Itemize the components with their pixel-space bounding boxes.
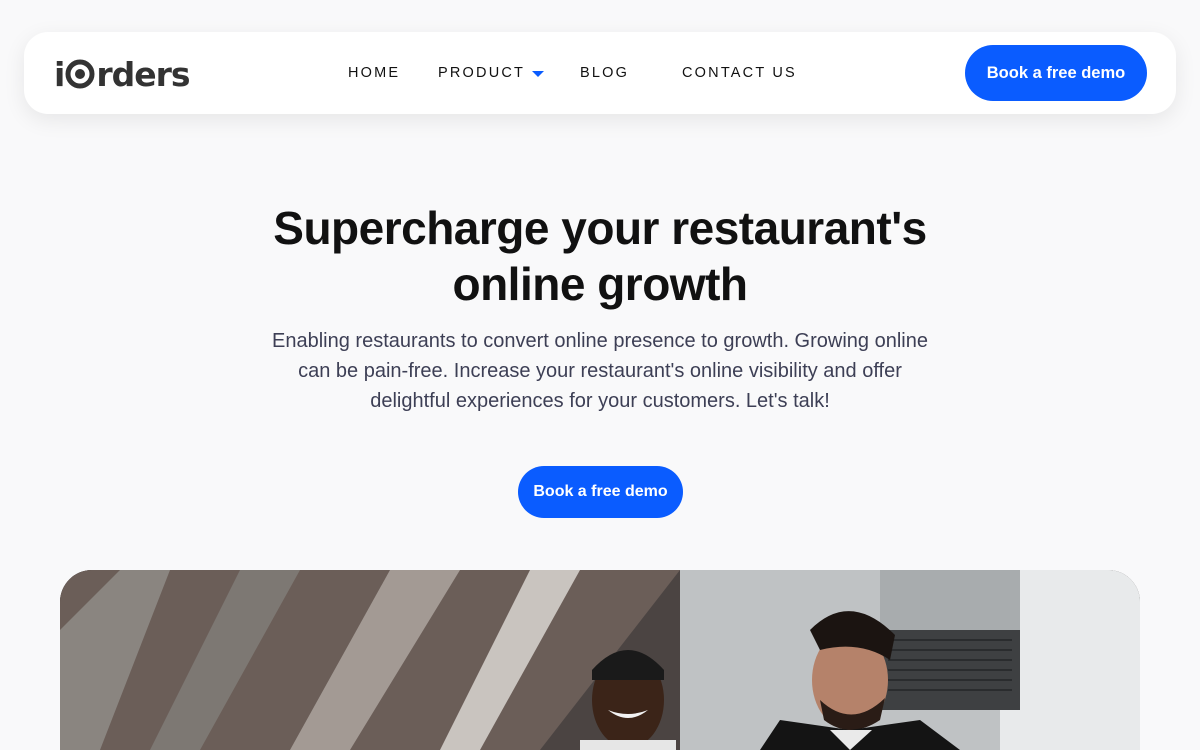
restaurant-kitchen-photo [60, 570, 1140, 750]
hero-title-line1: Supercharge your restaurant's [273, 202, 927, 254]
nav-item-product-label: PRODUCT [438, 65, 526, 81]
hero-title-line2: online growth [452, 258, 748, 310]
nav-item-home[interactable]: HOME [348, 65, 400, 81]
landing-page: i rders HOME PRODUCT BLOG CONTACT US Boo… [0, 0, 1200, 750]
nav-item-contact[interactable]: CONTACT US [682, 65, 797, 81]
book-demo-hero-button[interactable]: Book a free demo [518, 466, 683, 518]
hero-subtitle: Enabling restaurants to convert online p… [272, 330, 928, 412]
book-demo-nav-button[interactable]: Book a free demo [965, 45, 1147, 101]
nav-item-product[interactable]: PRODUCT [438, 65, 545, 81]
hero-title: Supercharge your restaurant's online gro… [200, 200, 1000, 312]
caret-down-icon [532, 70, 545, 77]
navbar: i rders HOME PRODUCT BLOG CONTACT US Boo… [24, 32, 1176, 114]
nav-item-blog[interactable]: BLOG [580, 65, 629, 81]
